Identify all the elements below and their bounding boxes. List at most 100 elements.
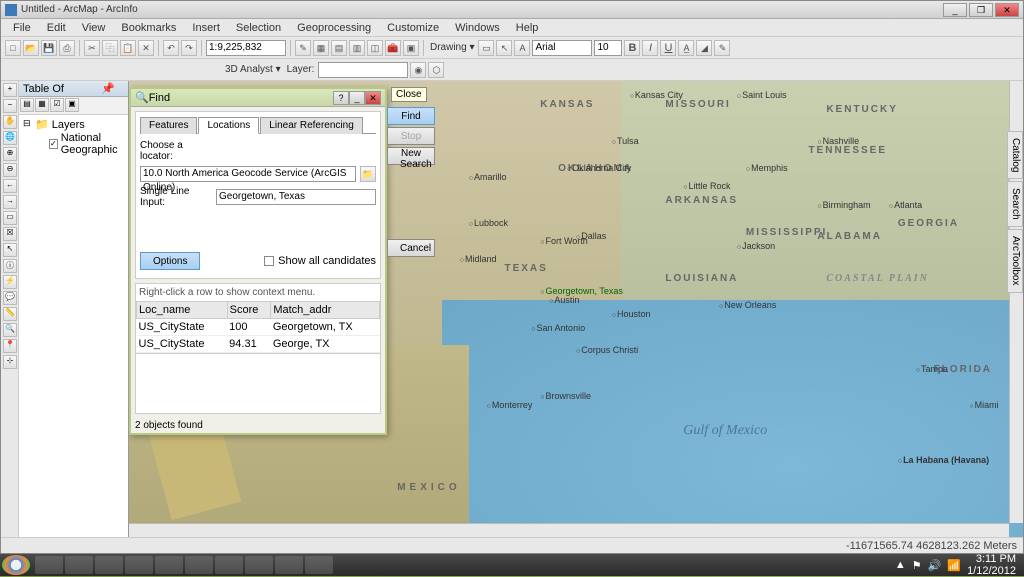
find-icon[interactable]: 🔍 xyxy=(3,323,17,337)
system-tray[interactable]: ▲ ⚑ 🔊 📶 3:11 PM 1/12/2012 xyxy=(889,553,1022,577)
task-explorer-icon[interactable] xyxy=(35,556,63,574)
zoomin-icon[interactable]: + xyxy=(3,83,17,97)
task-ie-icon[interactable] xyxy=(65,556,93,574)
find-help-button[interactable]: ? xyxy=(333,91,349,105)
toolbox-icon[interactable]: 🧰 xyxy=(385,40,401,56)
table-row[interactable]: US_CityState 94.31 George, TX xyxy=(137,336,380,353)
list-selection-icon[interactable]: ▣ xyxy=(65,98,79,112)
close-button[interactable]: ✕ xyxy=(995,3,1019,17)
list-drawing-icon[interactable]: ▤ xyxy=(20,98,34,112)
menu-help[interactable]: Help xyxy=(508,22,547,34)
toc-tree[interactable]: 📁 Layers ✓ National Geographic xyxy=(19,115,128,537)
open-icon[interactable]: 📂 xyxy=(23,40,39,56)
cancel-button[interactable]: Cancel xyxy=(387,239,435,257)
fixed-zoomin-icon[interactable]: ⊕ xyxy=(3,147,17,161)
font-select[interactable]: Arial xyxy=(532,40,592,56)
start-button[interactable] xyxy=(2,555,30,575)
search-input[interactable]: Georgetown, Texas xyxy=(216,189,376,205)
toc-header[interactable]: Table Of Contents 📌 ✕ xyxy=(19,81,128,97)
italic-icon[interactable]: I xyxy=(642,40,658,56)
results-table[interactable]: Loc_name Score Match_addr US_CityState 1… xyxy=(136,301,380,353)
select-features-icon[interactable]: ▭ xyxy=(3,211,17,225)
analyst-label[interactable]: 3D Analyst ▾ xyxy=(225,64,281,75)
menu-windows[interactable]: Windows xyxy=(447,22,508,34)
tray-network-icon[interactable]: 📶 xyxy=(947,559,961,572)
menu-view[interactable]: View xyxy=(74,22,114,34)
windows-taskbar[interactable]: ▲ ⚑ 🔊 📶 3:11 PM 1/12/2012 xyxy=(0,554,1024,576)
save-icon[interactable]: 💾 xyxy=(41,40,57,56)
menu-insert[interactable]: Insert xyxy=(184,22,228,34)
locator-browse-icon[interactable]: 📁 xyxy=(360,166,376,182)
redo-icon[interactable]: ↷ xyxy=(181,40,197,56)
fullextent-icon[interactable]: 🌐 xyxy=(3,131,17,145)
tray-date[interactable]: 1/12/2012 xyxy=(967,565,1016,577)
map-canvas[interactable]: Gulf of Mexico TEXAS OKLAHOMA KANSAS MIS… xyxy=(129,81,1023,537)
menu-geoprocessing[interactable]: Geoprocessing xyxy=(289,22,379,34)
layer-checkbox[interactable]: ✓ xyxy=(49,139,58,149)
tab-search[interactable]: Search xyxy=(1007,181,1023,227)
findroute-icon[interactable]: 📍 xyxy=(3,339,17,353)
underline-icon[interactable]: U xyxy=(660,40,676,56)
tab-arctoolbox[interactable]: ArcToolbox xyxy=(1007,229,1023,292)
toc-pin-icon[interactable]: 📌 ✕ xyxy=(101,81,124,96)
fontsize-select[interactable]: 10 xyxy=(594,40,622,56)
pointer-icon[interactable]: ↖ xyxy=(496,40,512,56)
tray-volume-icon[interactable]: 🔊 xyxy=(928,559,942,572)
layer-select[interactable] xyxy=(318,62,408,78)
new-search-button[interactable]: New Search xyxy=(387,147,435,165)
menu-file[interactable]: File xyxy=(5,22,39,34)
task-ppt-icon[interactable] xyxy=(155,556,183,574)
paste-icon[interactable]: 📋 xyxy=(120,40,136,56)
fixed-zoomout-icon[interactable]: ⊖ xyxy=(3,163,17,177)
task-app-icon[interactable] xyxy=(215,556,243,574)
copy-icon[interactable]: ⿻ xyxy=(102,40,118,56)
fillcolor-icon[interactable]: ◢ xyxy=(696,40,712,56)
scale-input[interactable]: 1:9,225,832 xyxy=(206,40,286,56)
tray-time[interactable]: 3:11 PM xyxy=(967,553,1016,565)
drawing-label[interactable]: Drawing ▾ xyxy=(430,42,474,53)
select-icon[interactable]: ▭ xyxy=(478,40,494,56)
editor-icon[interactable]: ✎ xyxy=(295,40,311,56)
task-word-icon[interactable] xyxy=(125,556,153,574)
forward-icon[interactable]: → xyxy=(3,195,17,209)
hyperlink-icon[interactable]: ⚡ xyxy=(3,275,17,289)
measure-icon[interactable]: 📏 xyxy=(3,307,17,321)
col-matchaddr[interactable]: Match_addr xyxy=(271,302,380,319)
task-arcmap-icon[interactable] xyxy=(305,556,333,574)
tab-locations[interactable]: Locations xyxy=(198,117,259,134)
tool4-icon[interactable]: ◫ xyxy=(367,40,383,56)
tray-up-icon[interactable]: ▲ xyxy=(895,559,906,571)
tool1-icon[interactable]: ▦ xyxy=(313,40,329,56)
task-firefox-icon[interactable] xyxy=(185,556,213,574)
toc-layers-root[interactable]: 📁 Layers xyxy=(21,117,126,132)
menu-customize[interactable]: Customize xyxy=(379,22,447,34)
tab-features[interactable]: Features xyxy=(140,117,197,134)
linecolor-icon[interactable]: ✎ xyxy=(714,40,730,56)
titlebar[interactable]: Untitled - ArcMap - ArcInfo _ ❐ ✕ xyxy=(1,1,1023,19)
delete-icon[interactable]: ✕ xyxy=(138,40,154,56)
cut-icon[interactable]: ✂ xyxy=(84,40,100,56)
clear-selection-icon[interactable]: ☒ xyxy=(3,227,17,241)
toc-layer-item[interactable]: ✓ National Geographic xyxy=(21,132,126,156)
back-icon[interactable]: ← xyxy=(3,179,17,193)
text-icon[interactable]: A xyxy=(514,40,530,56)
goto-xy-icon[interactable]: ⊹ xyxy=(3,355,17,369)
pan-icon[interactable]: ✋ xyxy=(3,115,17,129)
tab-linear-referencing[interactable]: Linear Referencing xyxy=(260,117,363,134)
find-minimize-button[interactable]: _ xyxy=(349,91,365,105)
menu-bookmarks[interactable]: Bookmarks xyxy=(113,22,184,34)
bold-icon[interactable]: B xyxy=(624,40,640,56)
layer-tool2-icon[interactable]: ⬡ xyxy=(428,62,444,78)
find-button[interactable]: Find xyxy=(387,107,435,125)
options-button[interactable]: Options xyxy=(140,252,200,270)
tray-flag-icon[interactable]: ⚑ xyxy=(912,559,922,572)
menu-selection[interactable]: Selection xyxy=(228,22,289,34)
html-popup-icon[interactable]: 💬 xyxy=(3,291,17,305)
locator-select[interactable]: 10.0 North America Geocode Service (ArcG… xyxy=(140,166,356,182)
select-elements-icon[interactable]: ↖ xyxy=(3,243,17,257)
find-titlebar[interactable]: 🔍 Find ? _ ✕ xyxy=(131,89,385,107)
list-visibility-icon[interactable]: ☑ xyxy=(50,98,64,112)
tool2-icon[interactable]: ▤ xyxy=(331,40,347,56)
task-app-icon[interactable] xyxy=(275,556,303,574)
new-icon[interactable]: □ xyxy=(5,40,21,56)
